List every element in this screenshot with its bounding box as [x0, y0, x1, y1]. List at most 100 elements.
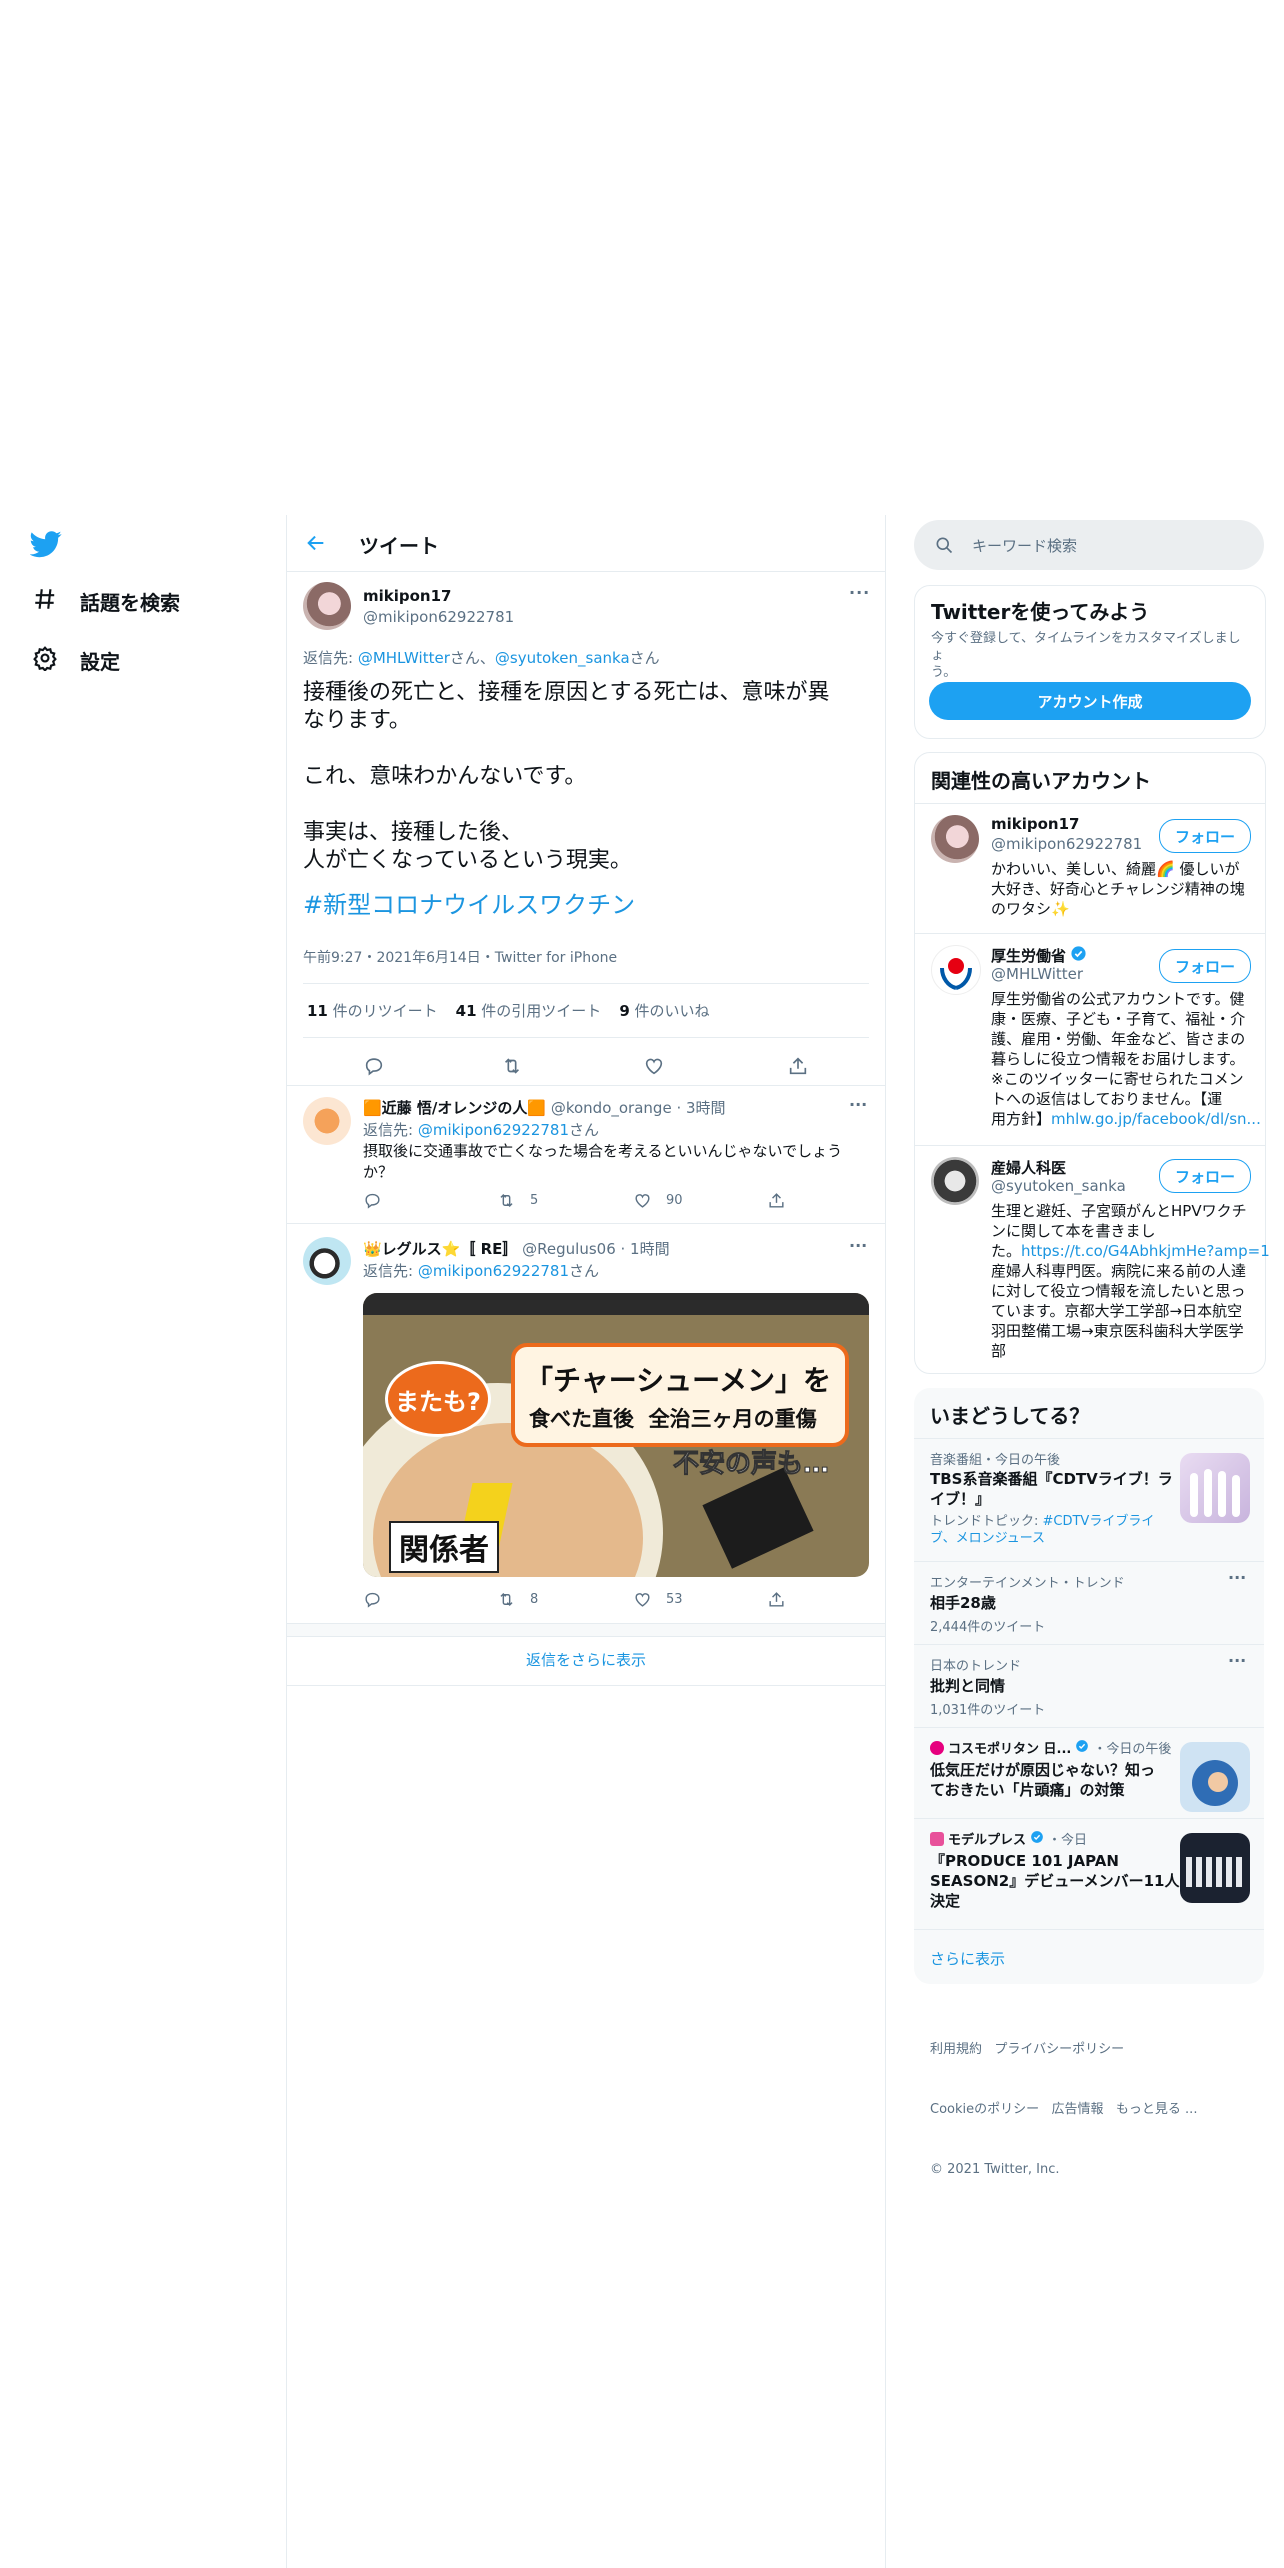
- tweet-line-3: これ、意味わかんないです。: [303, 764, 587, 789]
- tweet-line-4: 事実は、接種した後、: [303, 820, 524, 845]
- tweet-meta[interactable]: 午前9:27・2021年6月14日・Twitter for iPhone: [303, 947, 617, 967]
- share-icon[interactable]: [787, 1055, 809, 1081]
- trend-item[interactable]: 音楽番組・今日の午後 TBS系音楽番組『CDTVライブ！ラ イブ！』 トレンドト…: [914, 1439, 1264, 1561]
- reply-1-name[interactable]: 🟧近藤 悟/オレンジの人🟧: [363, 1099, 546, 1117]
- reply-context: 返信先: @MHLWitterさん、@syutoken_sankaさん: [303, 647, 660, 668]
- more-icon[interactable]: ···: [1228, 1568, 1246, 1587]
- trend-item[interactable]: 日本のトレンド 批判と同情 1,031件のツイート ···: [914, 1645, 1264, 1727]
- reply-2-name[interactable]: 👑レグルス⭐️〚 RE〛: [363, 1240, 517, 1258]
- signup-desc: 今すぐ登録して、タイムラインをカスタマイズしましょ う。: [931, 631, 1241, 680]
- follow-button[interactable]: フォロー: [1159, 819, 1251, 853]
- avatar[interactable]: [303, 582, 351, 630]
- account-handle[interactable]: @mikipon62922781: [991, 835, 1142, 853]
- reply-2-mention[interactable]: @mikipon62922781: [418, 1262, 569, 1280]
- share-icon[interactable]: [767, 1590, 786, 1609]
- tweet-hashtag[interactable]: #新型コロナウイルスワクチン: [303, 891, 869, 919]
- quotes-stat[interactable]: 41 件の引用ツイート: [456, 1000, 602, 1021]
- trend-item[interactable]: モデルプレス ・今日 『PRODUCE 101 JAPAN SEASON2』デビ…: [914, 1819, 1264, 1929]
- image-voice: 不安の声も…: [672, 1449, 830, 1480]
- search-input[interactable]: キーワード検索: [972, 535, 1077, 556]
- more-icon[interactable]: ···: [849, 583, 870, 602]
- trends-title: いまどうしてる？: [930, 1404, 1090, 1428]
- avatar[interactable]: [931, 815, 979, 863]
- avatar[interactable]: [303, 1237, 351, 1285]
- reply-mention-1[interactable]: @MHLWitter: [358, 649, 450, 667]
- avatar[interactable]: [931, 945, 981, 995]
- reply-icon[interactable]: [363, 1191, 382, 1210]
- more-icon[interactable]: ···: [849, 1095, 867, 1114]
- account-handle[interactable]: @MHLWitter: [991, 965, 1083, 983]
- account-bio: かわいい、美しい、綺麗🌈 優しいが 大好き、好奇心とチャレンジ精神の塊 のワタシ…: [991, 860, 1245, 918]
- reply-2-image[interactable]: またも? 「チャーシューメン」を 食べた直後 全治三ヶ月の重傷 不安の声も… 関…: [363, 1293, 869, 1577]
- tweet-line-2: なります。: [303, 708, 411, 733]
- like-icon[interactable]: [643, 1055, 665, 1081]
- retweet-button[interactable]: 8: [497, 1590, 538, 1609]
- nav-explore-label: 話題を検索: [80, 591, 180, 615]
- avatar[interactable]: [303, 1097, 351, 1145]
- image-headline-box: 「チャーシューメン」を 食べた直後 全治三ヶ月の重傷: [511, 1343, 849, 1447]
- main-column: ツイート mikipon17 @mikipon62922781 ··· 返信先:…: [286, 515, 886, 2568]
- trend-thumbnail: [1180, 1833, 1250, 1903]
- retweet-count: 8: [530, 1592, 539, 1607]
- image-headline: 「チャーシューメン」を: [525, 1364, 832, 1397]
- reply-mention-2[interactable]: @syutoken_sanka: [495, 649, 630, 667]
- image-caption: 関係者: [389, 1521, 499, 1573]
- reply-1-handle-time[interactable]: @kondo_orange · 3時間: [551, 1099, 726, 1117]
- reply-1-text: 摂取後に交通事故で亡くなった場合を考えるといいんじゃないでしょう か？: [363, 1142, 843, 1181]
- nav-explore[interactable]: 話題を検索: [32, 586, 180, 617]
- tweet-line-5: 人が亡くなっているという現実。: [303, 848, 632, 873]
- like-button[interactable]: 53: [633, 1590, 683, 1609]
- reply-1-mention[interactable]: @mikipon62922781: [418, 1121, 569, 1139]
- retweet-button[interactable]: 5: [497, 1191, 538, 1210]
- search-box[interactable]: キーワード検索: [914, 520, 1264, 570]
- retweet-icon: [500, 1193, 513, 1208]
- account-name[interactable]: mikipon17: [991, 815, 1079, 833]
- follow-button[interactable]: フォロー: [1159, 1159, 1251, 1193]
- share-icon[interactable]: [767, 1191, 786, 1210]
- tweet-handle[interactable]: @mikipon62922781: [363, 608, 514, 626]
- reply-prefix: 返信先:: [303, 649, 358, 667]
- like-count: 53: [666, 1592, 683, 1607]
- nav-settings-label: 設定: [80, 650, 120, 674]
- more-icon[interactable]: ···: [849, 1236, 867, 1255]
- trend-item[interactable]: エンターテインメント・トレンド 相手28歳 2,444件のツイート ···: [914, 1562, 1264, 1644]
- trends-show-more[interactable]: さらに表示: [930, 1948, 1005, 1969]
- image-sub: 食べた直後 全治三ヶ月の重傷: [529, 1407, 817, 1431]
- reply-icon[interactable]: [363, 1590, 382, 1609]
- reply-2-handle-time[interactable]: @Regulus06 · 1時間: [522, 1240, 669, 1258]
- trend-item[interactable]: コスモポリタン 日... ・今日の午後 低気圧だけが原因じゃない？知っ ておきた…: [914, 1728, 1264, 1818]
- retweet-icon[interactable]: [501, 1055, 523, 1081]
- page-title: ツイート: [359, 534, 439, 558]
- bio-link[interactable]: mhlw.go.jp/facebook/dl/sn...: [1051, 1110, 1261, 1128]
- reply-icon[interactable]: [363, 1055, 385, 1081]
- nav-settings[interactable]: 設定: [32, 645, 120, 676]
- tweet-display-name[interactable]: mikipon17: [363, 587, 451, 605]
- create-account-button[interactable]: アカウント作成: [929, 682, 1251, 720]
- follow-button[interactable]: フォロー: [1159, 949, 1251, 983]
- retweets-stat[interactable]: 11 件のリツイート: [307, 1000, 438, 1021]
- tweet-stats: 11 件のリツイート 41 件の引用ツイート 9 件のいいね: [307, 1000, 710, 1021]
- likes-stat[interactable]: 9 件のいいね: [619, 1000, 709, 1021]
- more-icon[interactable]: ···: [1228, 1651, 1246, 1670]
- page-header: ツイート: [287, 515, 885, 572]
- bio-link[interactable]: https://t.co/G4AbhkjmHe?amp=1: [1021, 1242, 1270, 1260]
- verified-icon: [1075, 1739, 1089, 1757]
- twitter-logo-icon[interactable]: [29, 528, 62, 560]
- footer: 利用規約 プライバシーポリシー Cookieのポリシー 広告情報 もっと見る .…: [930, 2000, 1197, 2200]
- image-badge: またも?: [385, 1361, 491, 1437]
- signup-card: Twitterを使ってみよう 今すぐ登録して、タイムラインをカスタマイズしましょ…: [914, 585, 1266, 739]
- source-logo-icon: [930, 1740, 944, 1755]
- gear-icon: [32, 645, 58, 676]
- account-name[interactable]: 産婦人科医: [991, 1157, 1066, 1178]
- show-more-replies[interactable]: 返信をさらに表示: [287, 1649, 885, 1670]
- hashtag-icon: [32, 586, 58, 617]
- signup-title: Twitterを使ってみよう: [931, 600, 1150, 624]
- account-handle[interactable]: @syutoken_sanka: [991, 1177, 1126, 1195]
- reply-suffix: さん: [629, 649, 660, 667]
- back-arrow-icon[interactable]: [305, 532, 327, 558]
- like-button[interactable]: 90: [633, 1191, 683, 1210]
- avatar[interactable]: [931, 1157, 979, 1205]
- reply-1-context: 返信先: @mikipon62922781さん: [363, 1121, 600, 1139]
- footer-links-1[interactable]: 利用規約 プライバシーポリシー: [930, 2040, 1197, 2060]
- footer-links-2[interactable]: Cookieのポリシー 広告情報 もっと見る ...: [930, 2100, 1197, 2120]
